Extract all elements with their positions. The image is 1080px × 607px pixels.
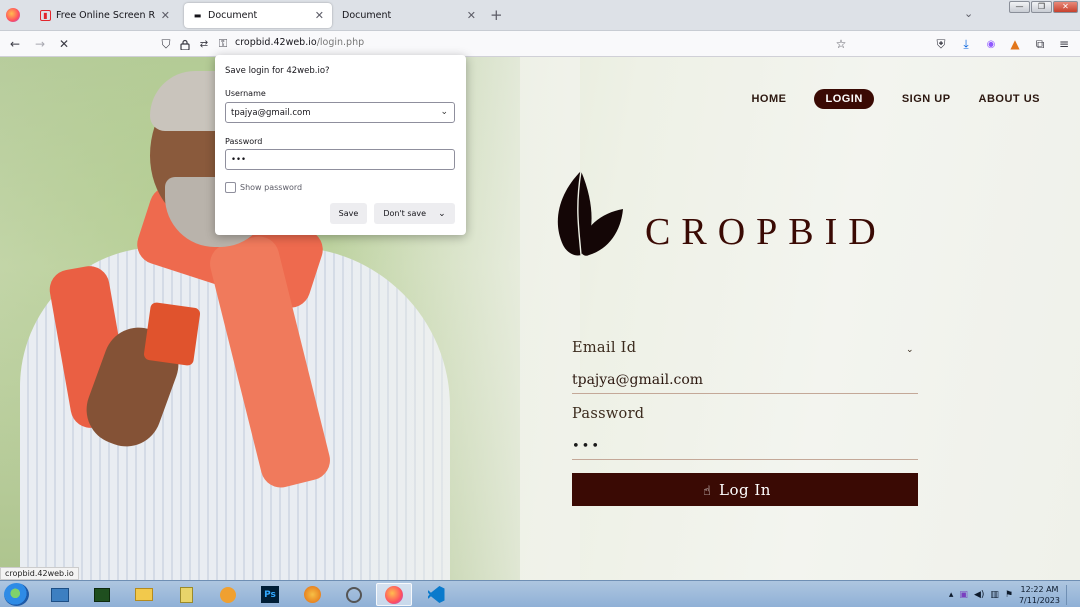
url-domain: cropbid.42web.io xyxy=(235,37,317,48)
firefox-menu-icon[interactable] xyxy=(6,8,20,22)
stop-loading-icon[interactable]: ✕ xyxy=(55,35,73,53)
downloads-icon[interactable]: ⤓ xyxy=(957,35,975,53)
popup-title: Save login for 42web.io? xyxy=(225,66,330,76)
network-icon[interactable]: ▥ xyxy=(990,590,999,600)
url-bar[interactable]: ⛉ ⇄ ⚿ cropbid.42web.io/login.php ☆ xyxy=(155,34,860,54)
system-tray: ▴ ▣ ◀) ▥ ⚑ 12:22 AM 7/11/2023 xyxy=(949,584,1074,606)
pocket-icon[interactable]: ⛨ xyxy=(932,35,950,53)
show-desktop-button[interactable] xyxy=(1066,585,1074,605)
new-tab-button[interactable]: + xyxy=(490,6,503,24)
media-player-icon[interactable] xyxy=(210,583,246,606)
browser-tab-bar: ▮ Free Online Screen Recorder & ✕ ▬ Docu… xyxy=(0,0,1080,31)
tab-title: Free Online Screen Recorder & xyxy=(56,10,155,21)
username-field[interactable]: tpajya@gmail.com ⌄ xyxy=(225,102,455,123)
close-tab-icon[interactable]: ✕ xyxy=(467,9,476,22)
site-nav: HOME LOGIN SIGN UP ABOUT US xyxy=(751,89,1040,109)
tab-document[interactable]: Document ✕ xyxy=(334,3,484,28)
browser-nav-bar: ← → ✕ ⛉ ⇄ ⚿ cropbid.42web.io/login.php ☆… xyxy=(0,31,1080,57)
tray-app-icon[interactable]: ▣ xyxy=(959,590,968,600)
nav-login[interactable]: LOGIN xyxy=(814,89,874,109)
password-label: Password xyxy=(225,137,263,146)
clock-date: 7/11/2023 xyxy=(1018,596,1060,605)
firefox-icon[interactable] xyxy=(376,583,412,606)
tab-title: Document xyxy=(342,10,392,21)
save-button[interactable]: Save xyxy=(330,203,367,224)
show-password-label: Show password xyxy=(240,183,303,192)
url-path: /login.php xyxy=(316,37,365,48)
brand-name: CROPBID xyxy=(645,211,887,253)
show-hidden-icons-icon[interactable]: ▴ xyxy=(949,590,954,600)
extension-icon[interactable]: ◉ xyxy=(982,35,1000,53)
password-input[interactable]: ••• xyxy=(572,434,918,460)
email-label: Email Id xyxy=(572,340,637,356)
farmer-phone xyxy=(143,301,201,367)
email-input[interactable]: tpajya@gmail.com xyxy=(572,368,918,394)
password-dots: ••• xyxy=(572,439,602,454)
chevron-down-icon[interactable]: ⌄ xyxy=(440,107,448,117)
password-field[interactable]: ••• xyxy=(225,149,455,170)
volume-icon[interactable]: ◀) xyxy=(974,590,984,600)
windows-taskbar: Ps ▴ ▣ ◀) ▥ ⚑ 12:22 AM 7/11/2023 xyxy=(0,580,1080,607)
menu-hamburger-icon[interactable]: ≡ xyxy=(1055,35,1073,53)
screen-recorder-icon: ▮ xyxy=(40,10,51,21)
snipping-icon[interactable] xyxy=(336,583,372,606)
minimize-button[interactable]: — xyxy=(1009,1,1030,13)
terminal-icon[interactable] xyxy=(84,583,120,606)
dash-icon: ▬ xyxy=(193,11,202,20)
chevron-down-icon[interactable]: ⌄ xyxy=(906,345,914,355)
forward-arrow-icon[interactable]: → xyxy=(31,35,49,53)
close-window-button[interactable]: ✕ xyxy=(1053,1,1078,13)
permissions-icon[interactable]: ⇄ xyxy=(195,35,213,53)
clock-time: 12:22 AM xyxy=(1020,585,1059,594)
chevron-down-icon[interactable]: ⌄ xyxy=(438,209,446,219)
nav-home[interactable]: HOME xyxy=(751,93,786,105)
tab-title: Document xyxy=(208,10,258,21)
dont-save-button[interactable]: Don't save ⌄ xyxy=(374,203,455,224)
start-button-icon[interactable] xyxy=(4,583,29,606)
url-text[interactable]: cropbid.42web.io/login.php xyxy=(235,37,364,48)
password-label: Password xyxy=(572,406,645,422)
username-value: tpajya@gmail.com xyxy=(231,108,311,118)
tab-screen-recorder[interactable]: ▮ Free Online Screen Recorder & ✕ xyxy=(32,3,178,28)
explorer-icon[interactable] xyxy=(42,583,78,606)
photoshop-icon[interactable]: Ps xyxy=(252,583,288,606)
extensions-puzzle-icon[interactable]: ⧉ xyxy=(1031,35,1049,53)
back-arrow-icon[interactable]: ← xyxy=(6,35,24,53)
list-all-tabs-icon[interactable]: ⌄ xyxy=(964,7,973,20)
nav-about-us[interactable]: ABOUT US xyxy=(979,93,1040,105)
nav-signup[interactable]: SIGN UP xyxy=(902,93,951,105)
close-tab-icon[interactable]: ✕ xyxy=(315,9,324,22)
tracking-shield-icon[interactable]: ⛉ xyxy=(157,35,175,53)
username-label: Username xyxy=(225,89,266,98)
key-icon[interactable]: ⚿ xyxy=(214,35,232,53)
flag-icon[interactable]: ⚑ xyxy=(1005,590,1013,600)
cropbid-leaf-logo-icon xyxy=(557,170,623,256)
photoshop-label: Ps xyxy=(261,586,279,603)
window-controls: — ❐ ✕ xyxy=(1009,1,1078,13)
vscode-icon[interactable] xyxy=(418,583,454,606)
status-link-preview: cropbid.42web.io xyxy=(0,567,79,580)
fl-studio-icon[interactable] xyxy=(294,583,330,606)
metamask-icon[interactable]: ▲ xyxy=(1006,35,1024,53)
notes-icon[interactable] xyxy=(168,583,204,606)
show-password-checkbox[interactable] xyxy=(225,182,236,193)
dont-save-label: Don't save xyxy=(383,209,427,218)
close-tab-icon[interactable]: ✕ xyxy=(161,9,170,22)
hand-cursor-icon: ☝ xyxy=(703,484,711,499)
restore-button[interactable]: ❐ xyxy=(1031,1,1052,13)
tab-document-active[interactable]: ▬ Document ✕ xyxy=(184,3,332,28)
save-login-popup: Save login for 42web.io? Username tpajya… xyxy=(215,55,466,235)
login-button[interactable]: Log In xyxy=(572,473,918,506)
clock[interactable]: 12:22 AM 7/11/2023 xyxy=(1019,584,1060,606)
folder-icon[interactable] xyxy=(126,583,162,606)
lock-icon[interactable] xyxy=(176,35,194,53)
web-page: HOME LOGIN SIGN UP ABOUT US CROPBID Emai… xyxy=(0,57,1080,580)
bookmark-star-icon[interactable]: ☆ xyxy=(832,35,850,53)
